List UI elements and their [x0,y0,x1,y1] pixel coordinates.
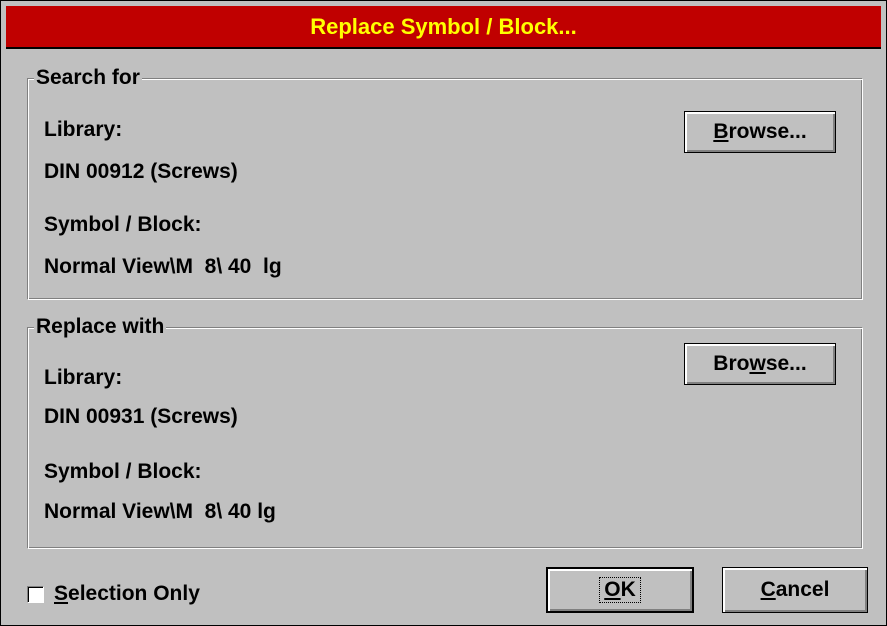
replace-with-group-label: Replace with [34,314,167,340]
search-library-value: DIN 00912 (Screws) [44,160,238,183]
ok-focus-rect: OK [599,577,641,603]
dialog-title: Replace Symbol / Block... [310,14,577,39]
replace-with-group: Replace with Library: DIN 00931 (Screws)… [27,314,863,549]
search-library-label: Library: [44,118,123,141]
replace-browse-button[interactable]: Browse... [684,343,836,385]
search-browse-button[interactable]: Browse... [684,111,836,153]
replace-symbol-value: Normal View\M 8\ 40 lg [44,500,276,523]
cancel-label: Cancel [760,578,830,601]
replace-browse-label: Browse... [713,352,807,375]
search-for-group: Search for Library: DIN 00912 (Screws) S… [27,65,863,300]
cancel-button[interactable]: Cancel [722,567,868,613]
replace-library-value: DIN 00931 (Screws) [44,405,238,428]
ok-button[interactable]: OK [546,567,694,613]
search-symbol-label: Symbol / Block: [44,213,202,236]
replace-symbol-label: Symbol / Block: [44,460,202,483]
replace-library-label: Library: [44,366,123,389]
ok-label: OK [604,578,636,601]
selection-only-label: Selection Only [54,582,200,605]
search-symbol-value: Normal View\M 8\ 40 lg [44,255,282,278]
search-for-group-label: Search for [34,65,142,91]
selection-only-checkbox[interactable]: Selection Only [27,581,200,607]
search-browse-label: Browse... [713,120,807,143]
dialog-title-bar[interactable]: Replace Symbol / Block... [6,6,881,49]
replace-symbol-dialog: Replace Symbol / Block... Search for Lib… [0,0,887,626]
selection-only-checkbox-box[interactable] [27,585,44,603]
